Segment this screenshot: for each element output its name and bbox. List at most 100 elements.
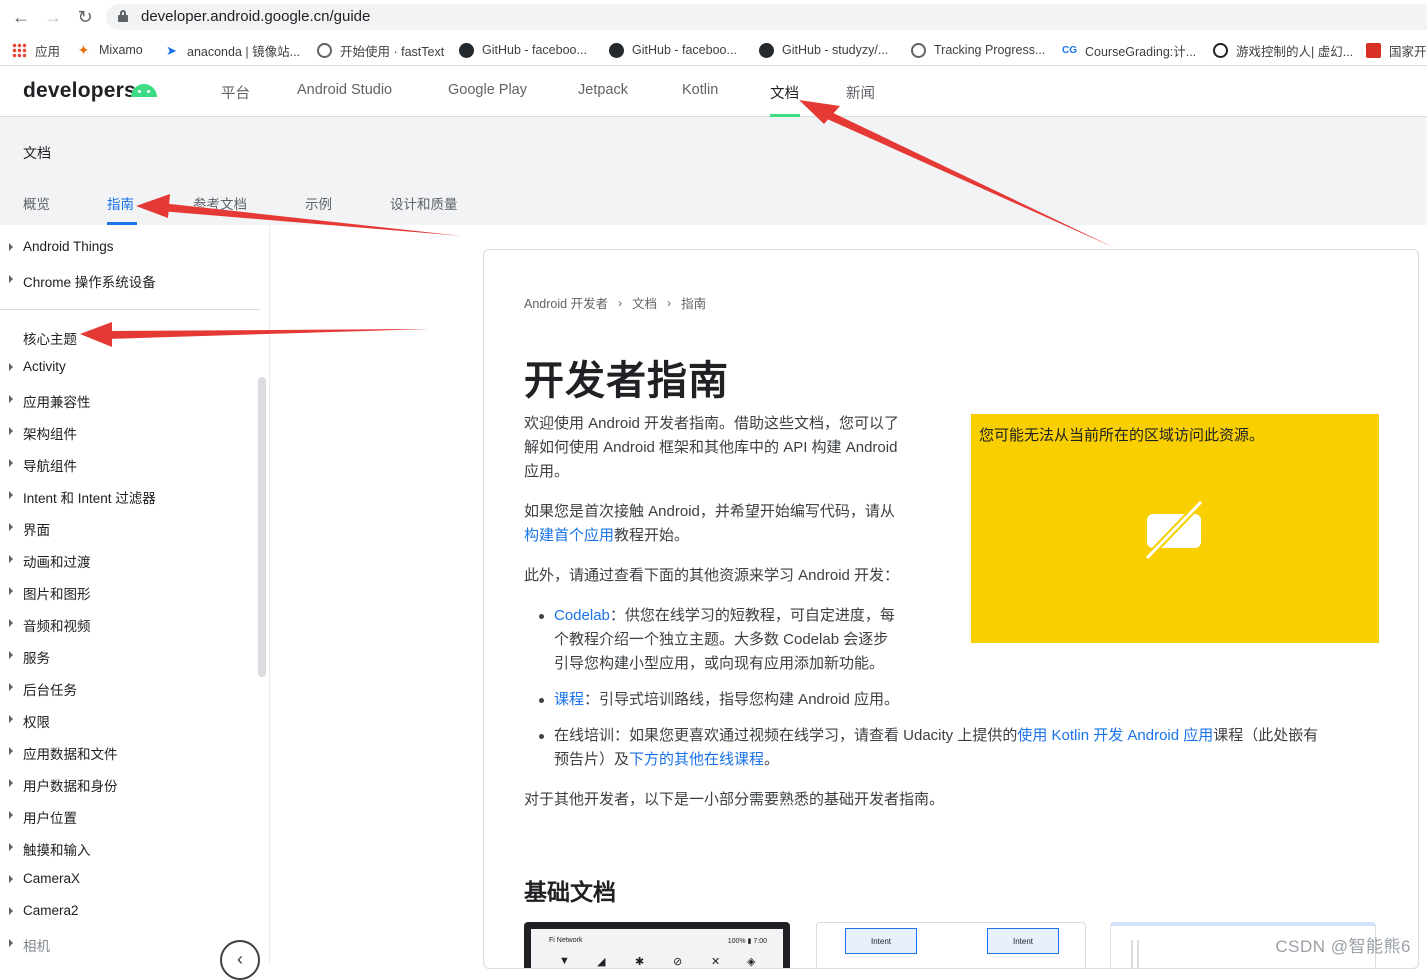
nav-kotlin[interactable]: Kotlin: [682, 82, 718, 98]
expand-triangle-icon: [9, 587, 13, 595]
tab-overview[interactable]: 概览: [23, 193, 50, 213]
expand-triangle-icon: [9, 875, 13, 883]
breadcrumb: Android 开发者 › 文档 › 指南: [524, 293, 706, 312]
dnd-icon: ⊘: [673, 956, 683, 968]
globe-icon: [911, 42, 926, 58]
card-thumbnail-intent-diagram[interactable]: Intent Intent: [816, 922, 1086, 968]
nav-news[interactable]: 新闻: [846, 82, 875, 103]
expand-triangle-icon: [9, 395, 13, 403]
browser-toolbar: ← → ↻ developer.android.google.cn/guide: [0, 0, 1427, 34]
video-off-icon: [1144, 500, 1204, 560]
tab-design-quality[interactable]: 设计和质量: [390, 193, 458, 213]
expand-triangle-icon: [9, 491, 13, 499]
resources-intro: 此外，请通过查看下面的其他资源来学习 Android 开发：: [524, 567, 900, 584]
site-header: developers 平台 Android Studio Google Play…: [0, 67, 1427, 117]
csdn-watermark: CSDN @智能熊6: [1275, 937, 1411, 956]
phone-screen: Fi Network 100% ▮ 7:00 ▼ ◢ ✱ ⊘ ✕ ◈: [531, 929, 783, 968]
bookmark-github-1[interactable]: GitHub - faceboo...: [459, 41, 587, 59]
list-item-codelab: Codelab：供您在线学习的短教程，可自定进度，每 个教程介绍一个独立主题。大…: [539, 604, 934, 676]
codelab-link[interactable]: Codelab: [554, 607, 610, 624]
breadcrumb-docs[interactable]: 文档: [632, 293, 657, 312]
bookmark-anaconda[interactable]: ➤ anaconda | 镜像站...: [164, 41, 300, 59]
back-arrow-icon[interactable]: ←: [10, 6, 32, 28]
breadcrumb-guides[interactable]: 指南: [681, 293, 706, 312]
other-developers-paragraph: 对于其他开发者，以下是一小部分需要熟悉的基础开发者指南。: [524, 791, 945, 808]
tab-samples[interactable]: 示例: [305, 193, 332, 213]
expand-triangle-icon: [9, 651, 13, 659]
expand-triangle-icon: [9, 427, 13, 435]
sidebar-divider: [0, 309, 260, 310]
list-item-online-training: 在线培训：如果您更喜欢通过视频在线学习，请查看 Udacity 上提供的使用 K…: [539, 724, 1394, 772]
status-label: 100% ▮ 7:00: [727, 938, 767, 945]
list-item-courses: 课程：引导式培训路线，指导您构建 Android 应用。: [538, 688, 899, 712]
bookmark-github-2[interactable]: GitHub - faceboo...: [609, 41, 737, 59]
expand-triangle-icon: [9, 811, 13, 819]
sidebar-nav: Android Things Chrome 操作系统设备 核心主题 Activi…: [0, 225, 270, 980]
video-embed[interactable]: 您可能无法从当前所在的区域访问此资源。: [971, 414, 1379, 643]
apps-grid-icon: [12, 42, 27, 58]
bookmark-github-3[interactable]: GitHub - studyzy/...: [759, 41, 888, 59]
flag-icon: [1366, 42, 1381, 58]
nav-jetpack[interactable]: Jetpack: [578, 82, 628, 98]
forward-arrow-icon[interactable]: →: [42, 6, 64, 28]
nav-android-studio[interactable]: Android Studio: [297, 82, 392, 98]
section-heading-fundamentals: 基础文档: [524, 879, 616, 905]
developers-logo[interactable]: developers: [23, 79, 136, 103]
article-card: Android 开发者 › 文档 › 指南 开发者指南 欢迎使用 Android…: [483, 249, 1419, 969]
bookmark-game[interactable]: 游戏控制的人| 虚幻...: [1213, 41, 1353, 59]
sidebar-scrollbar[interactable]: [258, 377, 266, 677]
getting-started-paragraph: 如果您是首次接触 Android，并希望开始编写代码，请从 构建首个应用教程开始…: [524, 503, 895, 544]
sidebar-heading-core-topics: 核心主题: [23, 332, 77, 347]
expand-triangle-icon: [9, 459, 13, 467]
expand-triangle-icon: [9, 939, 13, 947]
nav-platform[interactable]: 平台: [221, 82, 250, 103]
github-icon: [759, 42, 774, 58]
region-unavailable-message: 您可能无法从当前所在的区域访问此资源。: [979, 427, 1265, 444]
expand-triangle-icon: [9, 779, 13, 787]
intent-box-b: Intent: [987, 928, 1059, 954]
build-first-app-link[interactable]: 构建首个应用: [524, 527, 614, 544]
lock-icon: [118, 10, 128, 22]
wifi-icon: ▼: [559, 955, 570, 967]
thumbnail-line: [1137, 940, 1139, 968]
expand-triangle-icon: [9, 907, 13, 915]
collapse-sidebar-button[interactable]: ‹: [220, 940, 260, 980]
bluetooth-icon: ✱: [635, 956, 645, 968]
expand-triangle-icon: [9, 275, 13, 283]
thumbnail-line: [1131, 940, 1133, 968]
chevron-right-icon: ›: [667, 295, 672, 310]
bookmark-mixamo[interactable]: ✦ Mixamo: [76, 41, 143, 59]
bookmark-apps[interactable]: 应用: [12, 41, 60, 59]
nav-google-play[interactable]: Google Play: [448, 82, 527, 98]
expand-triangle-icon: [9, 363, 13, 371]
expand-triangle-icon: [9, 747, 13, 755]
expand-triangle-icon: [9, 243, 13, 251]
docs-subheader: 文档 概览 指南 参考文档 示例 设计和质量: [0, 117, 1427, 225]
tab-guides[interactable]: 指南: [107, 193, 134, 213]
tab-reference[interactable]: 参考文档: [193, 193, 247, 213]
flashlight-icon: ✕: [711, 956, 721, 968]
other-courses-link[interactable]: 下方的其他在线课程: [629, 751, 764, 768]
bookmark-coursegrading[interactable]: CG CourseGrading:计...: [1062, 41, 1196, 59]
docs-section-title: 文档: [23, 145, 51, 161]
bookmark-national[interactable]: 国家开: [1366, 41, 1427, 59]
breadcrumb-android-developers[interactable]: Android 开发者: [524, 293, 608, 312]
reload-icon[interactable]: ↻: [74, 6, 96, 28]
expand-triangle-icon: [9, 523, 13, 531]
card-thumbnail-phone[interactable]: Fi Network 100% ▮ 7:00 ▼ ◢ ✱ ⊘ ✕ ◈: [524, 922, 790, 968]
address-bar[interactable]: developer.android.google.cn/guide: [106, 4, 1427, 30]
expand-triangle-icon: [9, 619, 13, 627]
page-title: 开发者指南: [524, 359, 729, 403]
github-icon: [459, 42, 474, 58]
kotlin-course-link[interactable]: 使用 Kotlin 开发 Android 应用: [1017, 727, 1213, 744]
bookmark-tracking[interactable]: Tracking Progress...: [911, 41, 1045, 59]
expand-triangle-icon: [9, 683, 13, 691]
intro-paragraph: 欢迎使用 Android 开发者指南。借助这些文档，您可以了 解如何使用 And…: [524, 415, 900, 480]
signal-icon: ◢: [597, 956, 606, 968]
courses-link[interactable]: 课程: [554, 691, 584, 708]
anaconda-icon: ➤: [166, 42, 177, 58]
nav-docs[interactable]: 文档: [770, 82, 799, 103]
expand-triangle-icon: [9, 843, 13, 851]
bookmark-fasttext[interactable]: 开始使用 · fastText: [317, 41, 444, 59]
chevron-right-icon: ›: [618, 295, 623, 310]
